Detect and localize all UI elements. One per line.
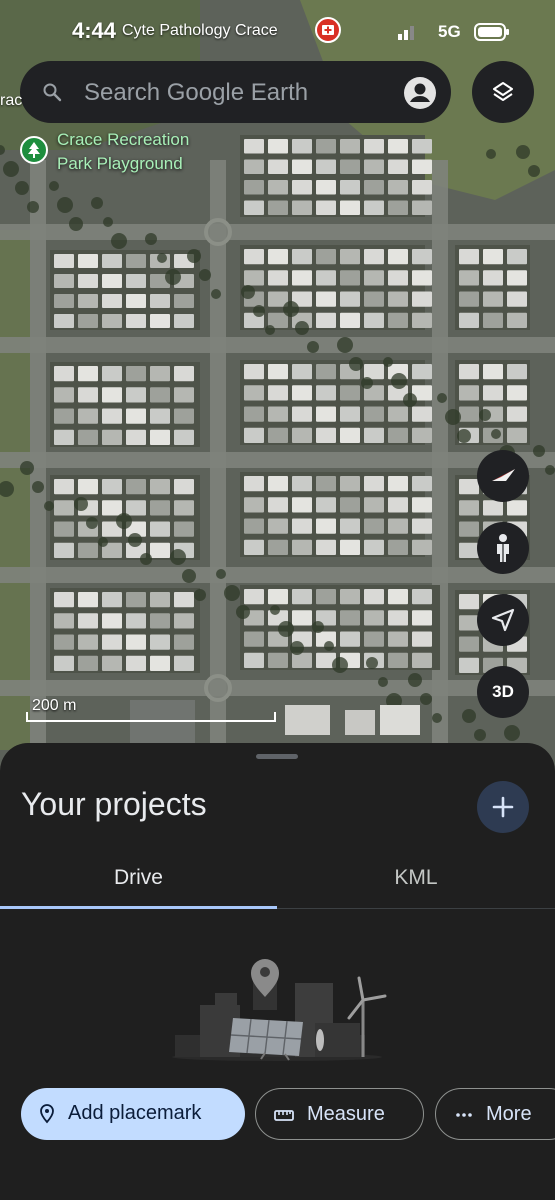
tab-drive[interactable]: Drive: [0, 866, 277, 890]
streetview-button[interactable]: [477, 522, 529, 574]
measure-button[interactable]: Measure: [255, 1088, 424, 1140]
park-icon[interactable]: [19, 135, 49, 165]
more-label: More: [486, 1103, 532, 1125]
compass-button[interactable]: [477, 450, 529, 502]
plus-icon: [492, 796, 514, 818]
search-icon: [43, 83, 62, 102]
park-label-line: Park Playground: [57, 154, 183, 173]
network-type: 5G: [438, 22, 461, 41]
status-time: 4:44: [72, 18, 117, 43]
my-location-button[interactable]: [477, 594, 529, 646]
add-placemark-label: Add placemark: [68, 1102, 202, 1124]
tab-selected-indicator: [0, 906, 277, 909]
map-poi-label[interactable]: Cyte Pathology Crace: [122, 22, 278, 40]
more-dots-icon: [456, 1113, 472, 1117]
placemark-icon: [40, 1104, 54, 1124]
toggle-3d-button[interactable]: 3D: [477, 666, 529, 718]
account-icon[interactable]: [402, 75, 438, 111]
location-arrow-icon: [491, 608, 515, 632]
medical-pin-icon[interactable]: [313, 16, 343, 46]
park-label-line: Crace Recreation: [57, 130, 190, 149]
empty-projects-illustration: [172, 959, 387, 1061]
sheet-title: Your projects: [21, 786, 207, 822]
park-label[interactable]: Crace Recreation Park Playground: [57, 128, 189, 176]
pegman-icon: [497, 534, 509, 562]
layers-icon: [493, 82, 513, 101]
signal-icon: [398, 26, 414, 40]
add-placemark-button[interactable]: Add placemark: [21, 1088, 245, 1140]
compass-icon: [492, 469, 515, 481]
scale-bar: [26, 712, 276, 722]
map-place-label[interactable]: rac: [0, 92, 22, 110]
ruler-icon: [274, 1110, 294, 1121]
measure-label: Measure: [307, 1103, 385, 1125]
sheet-drag-handle[interactable]: [256, 754, 298, 759]
tab-kml[interactable]: KML: [277, 866, 555, 890]
search-input[interactable]: Search Google Earth: [84, 79, 308, 107]
more-button[interactable]: More: [435, 1088, 555, 1140]
battery-icon: [474, 23, 509, 41]
